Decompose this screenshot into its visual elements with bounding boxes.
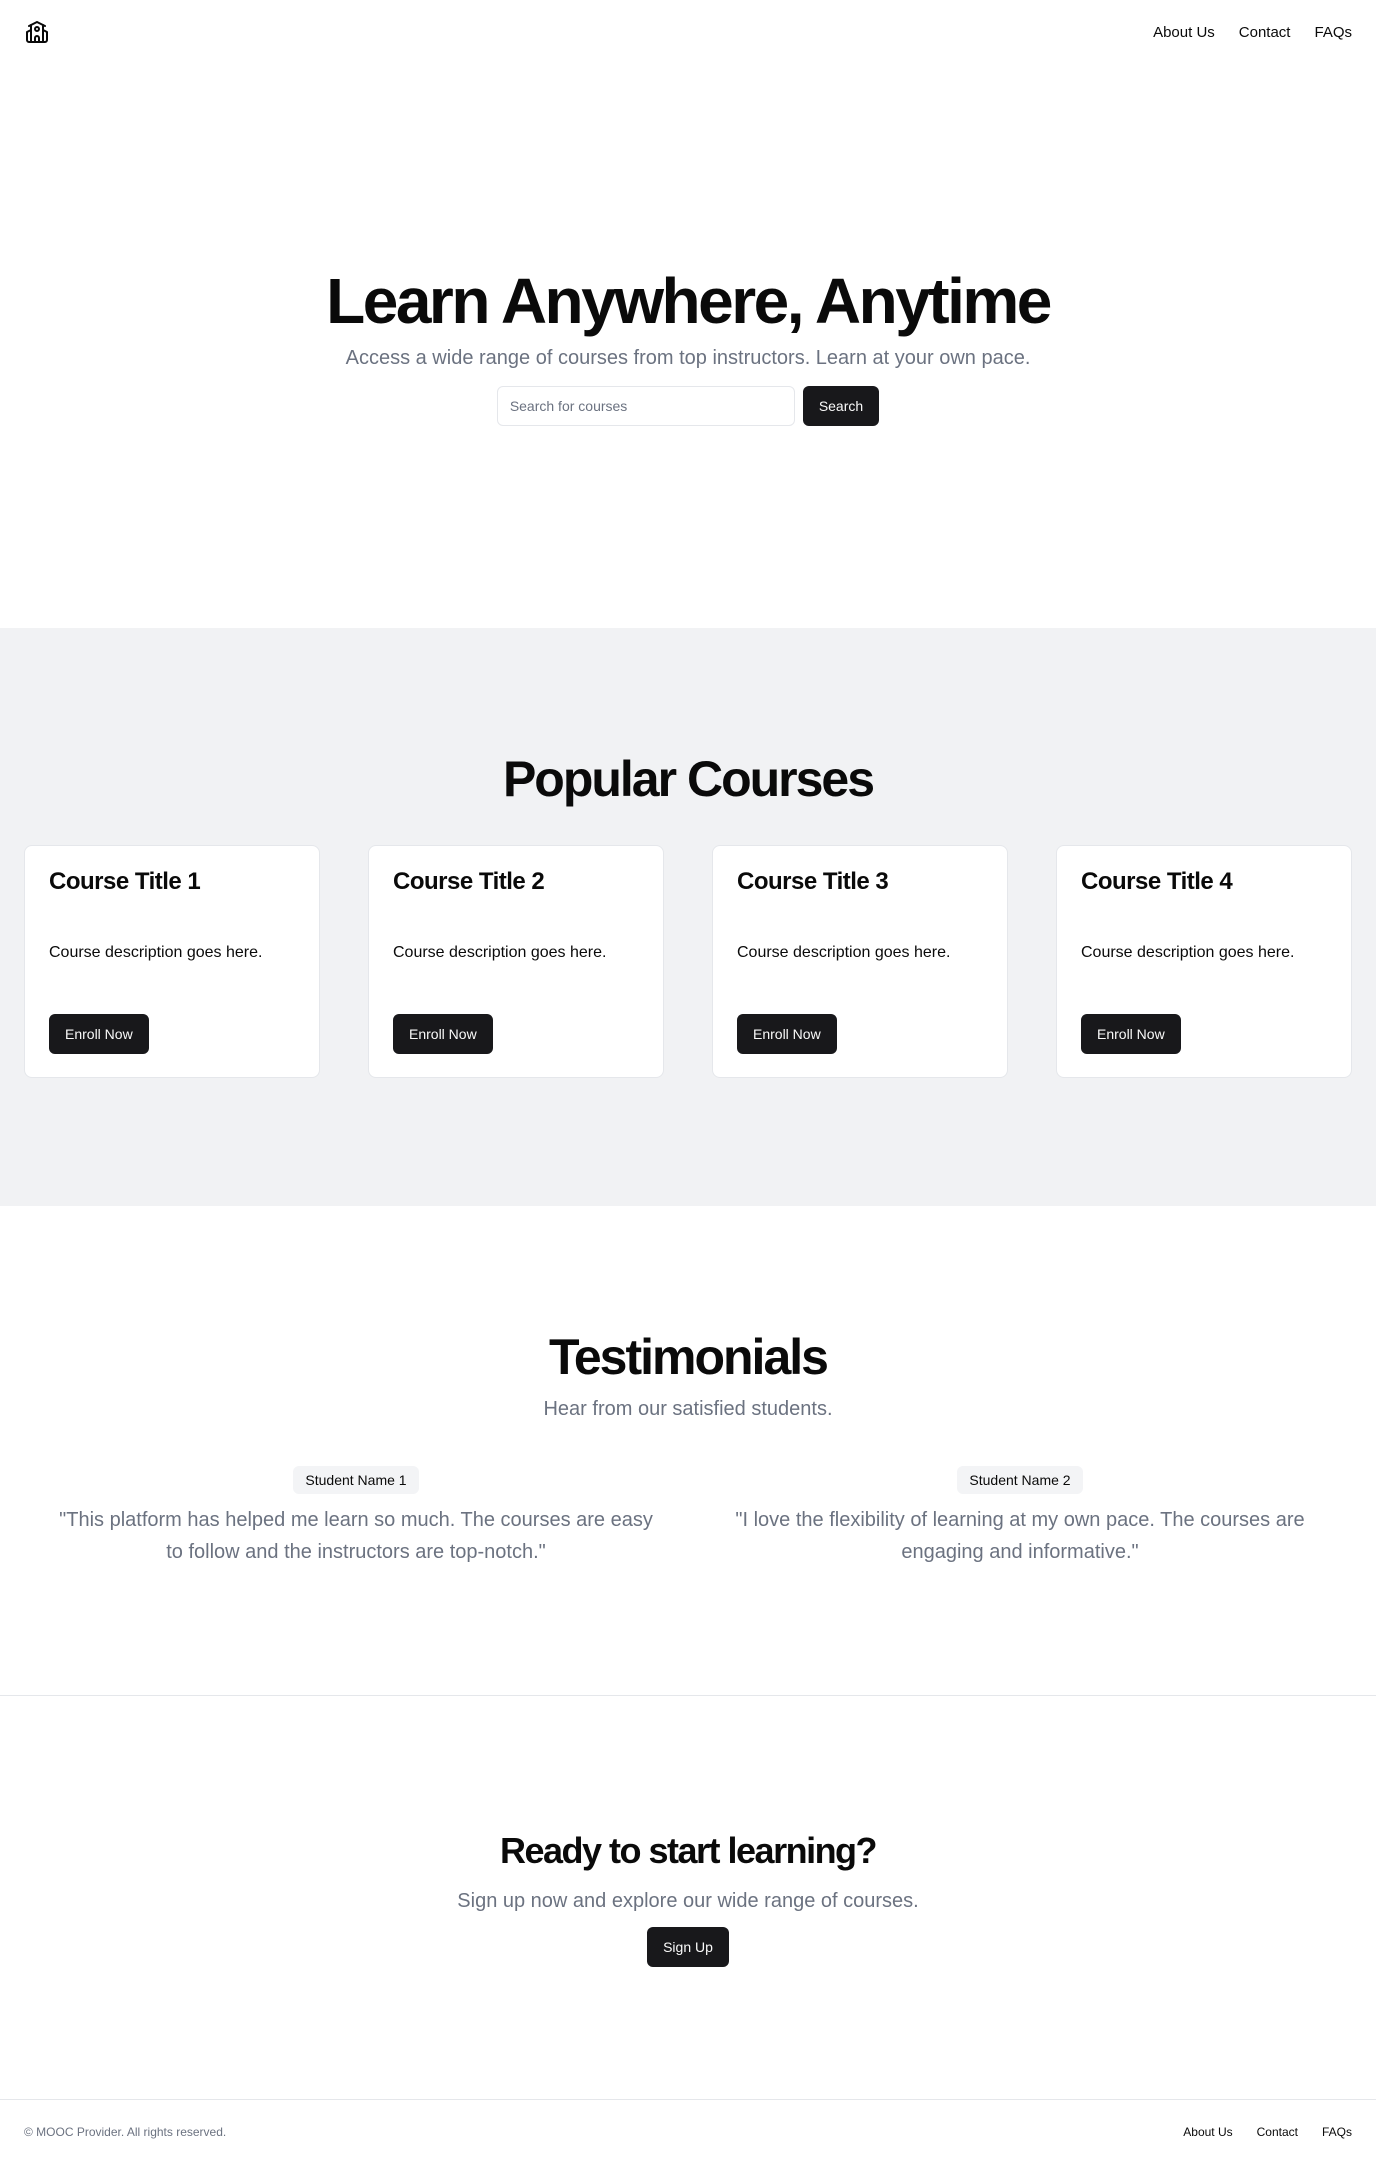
copyright-text: © MOOC Provider. All rights reserved. bbox=[24, 2124, 227, 2139]
course-title: Course Title 3 bbox=[737, 868, 889, 895]
testimonial-item: Student Name 2 "I love the flexibility o… bbox=[688, 1466, 1352, 1568]
course-title: Course Title 4 bbox=[1081, 868, 1233, 895]
course-card: Course Title 4 Course description goes h… bbox=[1056, 845, 1352, 1078]
footer-link-faqs[interactable]: FAQs bbox=[1322, 2125, 1352, 2139]
testimonials-section: Testimonials Hear from our satisfied stu… bbox=[0, 1206, 1376, 1696]
nav-link-contact[interactable]: Contact bbox=[1239, 24, 1291, 41]
course-card: Course Title 2 Course description goes h… bbox=[368, 845, 664, 1078]
section-title: Popular Courses bbox=[502, 751, 875, 807]
enroll-button[interactable]: Enroll Now bbox=[737, 1014, 837, 1054]
search-form: Search bbox=[496, 386, 880, 427]
footer-link-contact[interactable]: Contact bbox=[1257, 2125, 1298, 2139]
testimonial-grid: Student Name 1 "This platform has helped… bbox=[24, 1466, 1352, 1568]
course-description: Course description goes here. bbox=[1081, 944, 1295, 961]
hero-section: Learn Anywhere, Anytime Access a wide ra… bbox=[0, 64, 1376, 628]
school-icon[interactable] bbox=[24, 19, 50, 45]
course-title: Course Title 2 bbox=[393, 868, 545, 895]
header-nav: About Us Contact FAQs bbox=[1153, 24, 1352, 41]
cta-subtitle: Sign up now and explore our wide range o… bbox=[457, 1889, 919, 1912]
testimonial-item: Student Name 1 "This platform has helped… bbox=[24, 1466, 688, 1568]
nav-link-faqs[interactable]: FAQs bbox=[1314, 24, 1352, 41]
footer-link-about[interactable]: About Us bbox=[1183, 2125, 1232, 2139]
page: About Us Contact FAQs Learn Anywhere, An… bbox=[0, 0, 1376, 2163]
hero-subtitle: Access a wide range of courses from top … bbox=[345, 347, 1031, 370]
cta-section: Ready to start learning? Sign up now and… bbox=[0, 1697, 1376, 2099]
course-description: Course description goes here. bbox=[49, 944, 263, 961]
footer-nav: About Us Contact FAQs bbox=[1183, 2125, 1352, 2139]
course-card: Course Title 1 Course description goes h… bbox=[24, 845, 320, 1078]
cta-title: Ready to start learning? bbox=[499, 1829, 878, 1871]
popular-courses-section: Popular Courses Course Title 1 Course de… bbox=[0, 628, 1376, 1206]
section-title: Testimonials bbox=[549, 1329, 829, 1385]
enroll-button[interactable]: Enroll Now bbox=[49, 1014, 149, 1054]
section-subtitle: Hear from our satisfied students. bbox=[543, 1398, 833, 1420]
sign-up-button[interactable]: Sign Up bbox=[647, 1926, 729, 1967]
site-header: About Us Contact FAQs bbox=[0, 0, 1376, 64]
enroll-button[interactable]: Enroll Now bbox=[1081, 1014, 1181, 1054]
student-name-badge: Student Name 2 bbox=[957, 1466, 1083, 1494]
hero-title: Learn Anywhere, Anytime bbox=[326, 264, 1052, 337]
course-title: Course Title 1 bbox=[49, 868, 201, 895]
course-grid: Course Title 1 Course description goes h… bbox=[24, 845, 1352, 1078]
enroll-button[interactable]: Enroll Now bbox=[393, 1014, 493, 1054]
student-name-badge: Student Name 1 bbox=[293, 1466, 419, 1494]
course-card: Course Title 3 Course description goes h… bbox=[712, 845, 1008, 1078]
site-footer: © MOOC Provider. All rights reserved. Ab… bbox=[0, 2099, 1376, 2163]
course-description: Course description goes here. bbox=[737, 944, 951, 961]
search-input[interactable] bbox=[496, 386, 795, 427]
testimonial-quote: "I love the flexibility of learning at m… bbox=[735, 1509, 1305, 1563]
testimonial-quote: "This platform has helped me learn so mu… bbox=[59, 1509, 653, 1563]
course-description: Course description goes here. bbox=[393, 944, 607, 961]
search-button[interactable]: Search bbox=[802, 386, 880, 427]
nav-link-about[interactable]: About Us bbox=[1153, 24, 1215, 41]
